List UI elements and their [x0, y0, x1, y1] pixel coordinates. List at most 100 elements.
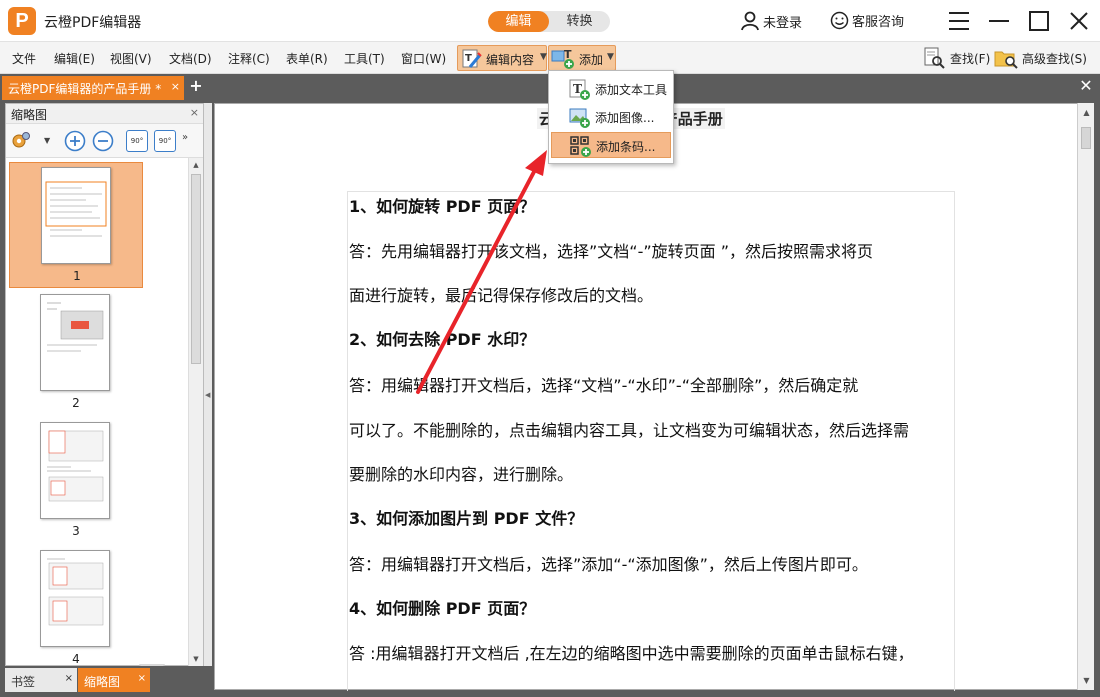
- maximize-icon[interactable]: [1026, 8, 1052, 34]
- menu-item-add-image[interactable]: 添加图像...: [551, 104, 671, 130]
- paragraph: 答：用编辑器打开文档后，选择“文档”-“水印”-“全部删除”，然后确定就: [349, 376, 859, 395]
- thumbnail-page-number: 4: [72, 652, 80, 666]
- thumbnail-page-preview: [40, 422, 110, 519]
- editable-text-box[interactable]: 1、如何旋转 PDF 页面？ 答：先用编辑器打开该文档，选择”文档“-”旋转页面…: [347, 191, 955, 691]
- menu-window[interactable]: 窗口(W): [401, 50, 446, 67]
- svg-text:T: T: [564, 48, 572, 61]
- document-scroll-thumb[interactable]: [1081, 127, 1091, 149]
- chevron-down-icon: ▼: [607, 52, 614, 62]
- menu-file[interactable]: 文件: [12, 50, 36, 67]
- add-button[interactable]: T 添加 ▼: [548, 45, 616, 71]
- add-label: 添加: [579, 53, 604, 67]
- document-tab-label: 云橙PDF编辑器的产品手册 *: [8, 82, 162, 96]
- thumbnail-panel-title: 缩略图: [11, 108, 48, 122]
- thumbnail-scrollbar[interactable]: ▲ ▼: [188, 158, 203, 666]
- collapse-panel-icon[interactable]: ◀: [205, 391, 210, 399]
- thumbnail-page-number: 3: [72, 524, 80, 538]
- app-logo: P: [8, 7, 36, 35]
- customer-service-button[interactable]: 客服咨询: [830, 11, 904, 30]
- app-title: 云橙PDF编辑器: [44, 15, 142, 31]
- close-window-icon[interactable]: [1066, 8, 1092, 34]
- smiley-icon: [830, 11, 849, 30]
- panel-splitter[interactable]: ◀: [204, 103, 212, 666]
- close-tab-icon[interactable]: ×: [171, 80, 180, 93]
- thumbnail-toolbar: ▼ 90° 90° »: [6, 124, 203, 158]
- gear-icon[interactable]: [10, 130, 32, 152]
- paragraph: 要删除的水印内容，进行删除。: [349, 465, 574, 484]
- thumbnail-page-number: 2: [72, 396, 80, 410]
- thumbnail-item[interactable]: 1: [9, 162, 143, 288]
- mode-edit-button[interactable]: 编辑: [488, 11, 549, 32]
- thumbnail-page-preview: [41, 167, 111, 264]
- edit-content-icon: T: [462, 49, 482, 68]
- scroll-down-icon[interactable]: ▼: [189, 652, 203, 666]
- paragraph: 1、如何旋转 PDF 页面？: [349, 197, 536, 216]
- chevron-down-icon: ▼: [540, 52, 547, 62]
- chevron-down-icon[interactable]: ▼: [44, 136, 50, 145]
- menu-item-label: 添加条码...: [596, 140, 656, 154]
- thumbnail-item[interactable]: 4: [9, 548, 143, 666]
- document-scrollbar[interactable]: ▲ ▼: [1077, 103, 1094, 690]
- menu-item-label: 添加图像...: [595, 111, 655, 125]
- thumbnail-item[interactable]: 3: [9, 420, 143, 544]
- service-label: 客服咨询: [852, 15, 905, 30]
- mode-convert-button[interactable]: 转换: [549, 11, 610, 32]
- close-panel-icon[interactable]: ×: [190, 106, 199, 119]
- menu-item-add-text-tool[interactable]: T 添加文本工具: [551, 76, 671, 102]
- edit-content-button[interactable]: T 编辑内容 ▼: [457, 45, 547, 71]
- paragraph: 可以了。不能删除的，点击编辑内容工具，让文档变为可编辑状态，然后选择需: [349, 421, 910, 440]
- menu-tools[interactable]: 工具(T): [344, 50, 385, 67]
- thumbnail-list: 1 2 3 4: [6, 158, 188, 666]
- menu-edit[interactable]: 编辑(E): [54, 50, 95, 67]
- bookmark-tab[interactable]: 书签 ×: [5, 668, 77, 692]
- zoom-out-icon[interactable]: [92, 130, 114, 152]
- mode-switch: 编辑 转换: [488, 11, 610, 32]
- scroll-down-icon[interactable]: ▼: [1078, 673, 1095, 689]
- menu-view[interactable]: 视图(V): [110, 50, 152, 67]
- document-view: 云橙PDF编辑器的产品手册 1、如何旋转 PDF 页面？ 答：先用编辑器打开该文…: [214, 103, 1078, 691]
- minimize-icon[interactable]: [986, 8, 1012, 34]
- close-tab-icon[interactable]: ×: [65, 673, 73, 684]
- rotate-right-icon[interactable]: 90°: [154, 130, 176, 152]
- document-tab[interactable]: 云橙PDF编辑器的产品手册 * ×: [2, 76, 184, 100]
- more-chevron-icon[interactable]: »: [182, 132, 188, 143]
- find-button[interactable]: 查找(F): [922, 46, 990, 70]
- thumbnail-tab[interactable]: 缩略图 ×: [78, 668, 150, 692]
- paragraph: 4、如何删除 PDF 页面？: [349, 599, 536, 618]
- new-tab-plus-icon[interactable]: +: [188, 78, 204, 94]
- user-icon: [741, 11, 759, 31]
- panel-tabs: 书签 × 缩略图 ×: [0, 666, 210, 697]
- menu-document[interactable]: 文档(D): [169, 50, 212, 67]
- menu-item-label: 添加文本工具: [595, 83, 668, 97]
- paragraph: 2、如何去除 PDF 水印？: [349, 330, 536, 349]
- paragraph: 答：用编辑器打开文档后，选择”添加“-“添加图像”，然后上传图片即可。: [349, 555, 868, 574]
- thumbnail-panel-header: 缩略图 ×: [6, 104, 203, 124]
- close-tab-icon[interactable]: ×: [138, 673, 146, 684]
- advanced-find-button[interactable]: 高级查找(S): [994, 46, 1087, 70]
- menu-form[interactable]: 表单(R): [286, 50, 328, 67]
- thumbnail-page-preview: [40, 294, 110, 391]
- advanced-find-label: 高级查找(S): [1022, 51, 1087, 66]
- add-text-icon: T: [569, 79, 590, 100]
- add-barcode-icon: [570, 136, 591, 157]
- thumbnail-page-preview: [40, 550, 110, 647]
- find-label: 查找(F): [950, 51, 991, 66]
- zoom-in-icon[interactable]: [64, 130, 86, 152]
- thumbnail-panel: 缩略图 × ▼ 90° 90° » 1 2 3 4 ▲ ▼: [5, 103, 204, 666]
- login-button[interactable]: 未登录: [740, 11, 802, 31]
- menu-comment[interactable]: 注释(C): [228, 50, 270, 67]
- title-bar: P 云橙PDF编辑器 编辑 转换 未登录 客服咨询: [0, 0, 1100, 42]
- scroll-up-icon[interactable]: ▲: [189, 158, 203, 172]
- close-document-icon[interactable]: ✕: [1078, 78, 1094, 94]
- add-image-icon: [569, 108, 590, 128]
- paragraph: 3、如何添加图片到 PDF 文件？: [349, 509, 584, 528]
- menu-item-add-barcode[interactable]: 添加条码...: [551, 132, 671, 158]
- login-label: 未登录: [763, 15, 803, 31]
- thumbnail-item[interactable]: 2: [9, 292, 143, 416]
- rotate-left-icon[interactable]: 90°: [126, 130, 148, 152]
- thumbnail-scroll-thumb[interactable]: [191, 174, 201, 364]
- folder-search-icon: [994, 51, 1018, 69]
- svg-text:T: T: [465, 53, 472, 64]
- scroll-up-icon[interactable]: ▲: [1078, 105, 1095, 121]
- hamburger-menu-icon[interactable]: [946, 8, 972, 34]
